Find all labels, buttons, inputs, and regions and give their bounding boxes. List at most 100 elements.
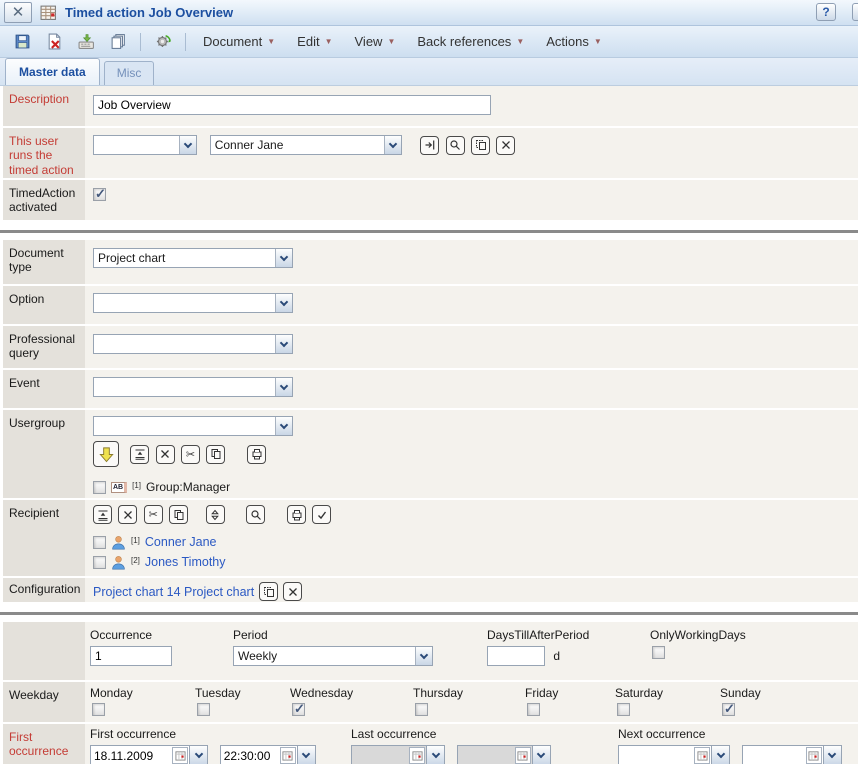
- first-occurrence-date-input[interactable]: [91, 747, 171, 764]
- chevron-down-icon[interactable]: [415, 647, 432, 665]
- chevron-down-icon[interactable]: [275, 417, 292, 435]
- clear-icon[interactable]: [118, 505, 137, 524]
- chevron-down-icon[interactable]: [427, 745, 445, 764]
- chevron-down-icon[interactable]: [298, 745, 316, 764]
- recipient-checkbox[interactable]: [93, 556, 106, 569]
- chevron-down-icon[interactable]: [190, 745, 208, 764]
- chevron-down-icon[interactable]: [275, 249, 292, 267]
- next-occurrence-date-input[interactable]: [619, 747, 693, 764]
- keyboard-import-button[interactable]: [73, 30, 99, 54]
- app-window: ✕ Timed action Job Overview ? Document▼ …: [0, 0, 858, 766]
- delete-document-icon: [46, 33, 63, 50]
- chevron-down-icon[interactable]: [275, 335, 292, 353]
- row-document-type: Document type Project chart: [0, 240, 858, 286]
- chevron-down-icon[interactable]: [384, 136, 401, 154]
- calendar-icon[interactable]: [806, 747, 822, 764]
- clear-icon[interactable]: [496, 136, 515, 155]
- field-label: Professional query: [3, 326, 85, 368]
- partial-button[interactable]: [852, 3, 858, 21]
- clear-icon[interactable]: [283, 582, 302, 601]
- copy-icon[interactable]: [169, 505, 188, 524]
- toolbar-separator: [185, 33, 186, 51]
- delete-document-button[interactable]: [41, 30, 67, 54]
- recipient-link[interactable]: Jones Timothy: [145, 555, 226, 569]
- menu-back-references[interactable]: Back references▼: [417, 34, 524, 49]
- calendar-icon[interactable]: [515, 747, 531, 764]
- keyboard-import-icon: [78, 33, 95, 50]
- menu-edit[interactable]: Edit▼: [297, 34, 332, 49]
- timed-action-checkbox[interactable]: [93, 188, 106, 201]
- chevron-down-icon[interactable]: [533, 745, 551, 764]
- description-input[interactable]: [93, 95, 491, 115]
- first-occurrence-time-input[interactable]: [221, 747, 279, 764]
- last-occurrence-group: Last occurrence: [351, 727, 551, 764]
- calendar-icon[interactable]: [172, 747, 188, 764]
- field-label: Configuration: [3, 578, 85, 602]
- cut-icon[interactable]: ✂: [181, 445, 200, 464]
- weekday-checkbox-wednesday[interactable]: [292, 703, 305, 716]
- save-button[interactable]: [9, 30, 35, 54]
- professional-query-select[interactable]: [93, 334, 293, 354]
- paste-pages-icon[interactable]: [471, 136, 490, 155]
- tab-misc[interactable]: Misc: [104, 61, 155, 85]
- close-button[interactable]: ✕: [4, 2, 32, 23]
- print-icon[interactable]: [287, 505, 306, 524]
- menu-actions[interactable]: Actions▼: [546, 34, 602, 49]
- run-user-type-select[interactable]: [93, 135, 197, 155]
- only-working-days-checkbox[interactable]: [652, 646, 665, 659]
- document-type-select[interactable]: Project chart: [93, 248, 293, 268]
- run-user-select[interactable]: Conner Jane: [210, 135, 402, 155]
- weekday-checkbox-monday[interactable]: [92, 703, 105, 716]
- menu-view[interactable]: View▼: [355, 34, 396, 49]
- recipient-entry: [1] Conner Jane: [93, 532, 858, 552]
- check-icon[interactable]: [312, 505, 331, 524]
- help-button[interactable]: ?: [816, 3, 836, 21]
- calendar-icon[interactable]: [694, 747, 710, 764]
- weekday-checkbox-thursday[interactable]: [415, 703, 428, 716]
- chevron-down-icon[interactable]: [275, 378, 292, 396]
- chevron-down-icon[interactable]: [275, 294, 292, 312]
- search-icon[interactable]: [246, 505, 265, 524]
- configuration-link[interactable]: Project chart 14 Project chart: [93, 585, 254, 599]
- select-all-icon[interactable]: [130, 445, 149, 464]
- paste-pages-icon[interactable]: [259, 582, 278, 601]
- recipient-checkbox[interactable]: [93, 536, 106, 549]
- option-select[interactable]: [93, 293, 293, 313]
- sort-icon[interactable]: [206, 505, 225, 524]
- gear-refresh-button[interactable]: [150, 30, 176, 54]
- field-label: This user runs the timed action: [3, 128, 85, 178]
- chevron-down-icon[interactable]: [179, 136, 196, 154]
- usergroup-entry-checkbox[interactable]: [93, 481, 106, 494]
- calendar-icon[interactable]: [280, 747, 296, 764]
- weekday-checkbox-tuesday[interactable]: [197, 703, 210, 716]
- clear-icon[interactable]: [156, 445, 175, 464]
- copy-pages-button[interactable]: [105, 30, 131, 54]
- title-bar: ✕ Timed action Job Overview ?: [0, 0, 858, 26]
- calendar-icon[interactable]: [409, 747, 425, 764]
- weekday-checkbox-saturday[interactable]: [617, 703, 630, 716]
- tab-master-data[interactable]: Master data: [5, 58, 100, 85]
- entry-index: [1]: [131, 536, 140, 545]
- usergroup-select[interactable]: [93, 416, 293, 436]
- weekday-checkbox-friday[interactable]: [527, 703, 540, 716]
- event-select[interactable]: [93, 377, 293, 397]
- section-divider: [0, 222, 858, 240]
- next-occurrence-time-input[interactable]: [743, 747, 805, 764]
- period-select[interactable]: Weekly: [233, 646, 433, 666]
- cut-icon[interactable]: ✂: [144, 505, 163, 524]
- select-all-icon[interactable]: [93, 505, 112, 524]
- days-till-input[interactable]: [487, 646, 545, 666]
- weekday-checkbox-sunday[interactable]: [722, 703, 735, 716]
- goto-icon[interactable]: [420, 136, 439, 155]
- search-icon[interactable]: [446, 136, 465, 155]
- insert-arrow-button[interactable]: [93, 441, 119, 467]
- print-icon[interactable]: [247, 445, 266, 464]
- page-title: Timed action Job Overview: [65, 5, 233, 20]
- menu-document[interactable]: Document▼: [203, 34, 275, 49]
- recipient-link[interactable]: Conner Jane: [145, 535, 217, 549]
- occurrence-input[interactable]: [90, 646, 172, 666]
- copy-icon[interactable]: [206, 445, 225, 464]
- chevron-down-icon[interactable]: [712, 745, 730, 764]
- chevron-down-icon[interactable]: [824, 745, 842, 764]
- copy-pages-icon: [110, 33, 127, 50]
